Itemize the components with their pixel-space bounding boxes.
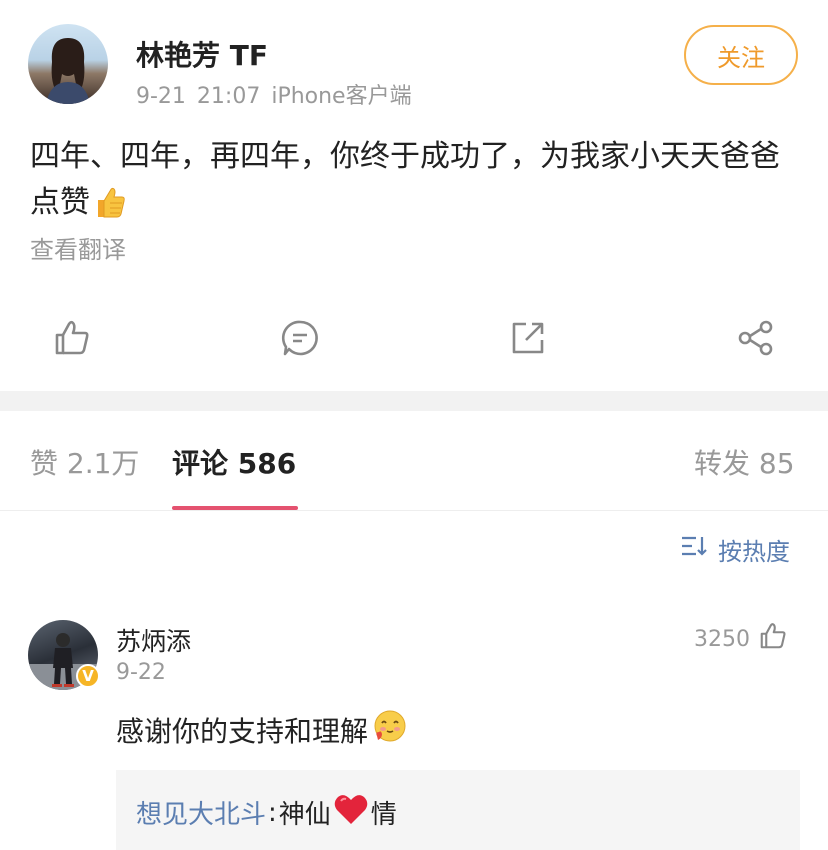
- sort-label: 按热度: [718, 537, 790, 566]
- reply-text-after: 情: [370, 800, 397, 830]
- post-author-name[interactable]: 林艳芳 TF: [136, 34, 268, 74]
- tab-likes[interactable]: 赞 2.1万: [30, 442, 139, 482]
- thumbs-up-icon: [90, 181, 128, 227]
- post-meta: 9-21 21:07 iPhone客户端: [136, 78, 412, 110]
- red-heart-icon: [333, 792, 369, 833]
- tabs-divider: [0, 510, 828, 511]
- post-text-content: 四年、四年，再四年，你终于成功了，为我家小天天爸爸点赞: [30, 139, 780, 220]
- comment-icon[interactable]: [280, 318, 320, 358]
- reply-separator: :: [268, 797, 277, 828]
- like-icon[interactable]: [52, 318, 92, 358]
- tab-comments[interactable]: 评论 586: [172, 442, 296, 482]
- comment-like-button[interactable]: 3250: [694, 622, 788, 656]
- comment-text-content: 感谢你的支持和理解: [116, 714, 369, 748]
- section-separator: [0, 391, 828, 411]
- sort-by-hot-button[interactable]: 按热度: [680, 532, 790, 566]
- follow-button[interactable]: 关注: [684, 25, 798, 85]
- reply-author[interactable]: 想见大北斗: [136, 794, 266, 831]
- comment-date: 9-22: [116, 660, 166, 685]
- commenter-name[interactable]: 苏炳添: [116, 622, 191, 658]
- sort-icon: [680, 534, 710, 564]
- comment-text: 感谢你的支持和理解: [116, 708, 408, 751]
- tab-reposts[interactable]: 转发 85: [694, 442, 795, 482]
- post-author-avatar[interactable]: [28, 24, 108, 104]
- like-icon: [758, 621, 788, 657]
- blushing-face-icon: [372, 708, 408, 751]
- post-text: 四年、四年，再四年，你终于成功了，为我家小天天爸爸点赞: [30, 134, 800, 227]
- repost-icon[interactable]: [508, 318, 548, 358]
- share-icon[interactable]: [736, 318, 776, 358]
- post-client: iPhone客户端: [271, 84, 412, 109]
- post-date: 9-21 21:07: [136, 84, 261, 109]
- reply-item[interactable]: 想见大北斗 : 神仙 情: [136, 792, 397, 833]
- translate-link[interactable]: 查看翻译: [30, 230, 126, 265]
- verified-badge: V: [76, 664, 100, 688]
- comment-like-count: 3250: [694, 626, 750, 652]
- reply-text-before: 神仙: [278, 800, 331, 830]
